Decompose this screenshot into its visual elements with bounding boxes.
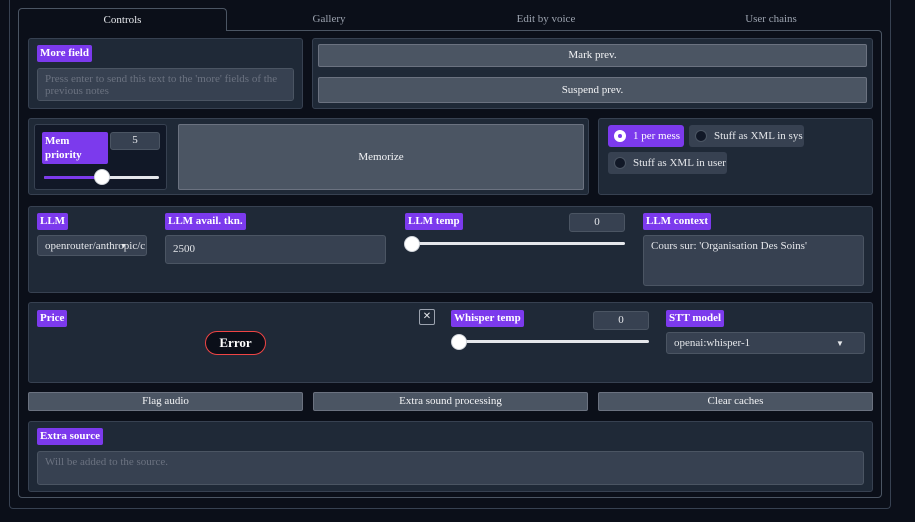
more-field-label: More field xyxy=(37,45,92,62)
tab-gallery[interactable]: Gallery xyxy=(233,8,425,31)
radio-empty-icon xyxy=(695,130,707,142)
more-field-input[interactable] xyxy=(37,68,294,101)
mark-prev-button[interactable]: Mark prev. xyxy=(318,44,867,67)
mem-priority-label: Mem priority xyxy=(42,132,108,164)
tab-user-chains[interactable]: User chains xyxy=(675,8,867,31)
extra-source-input[interactable] xyxy=(37,451,864,485)
radio-empty-icon xyxy=(614,157,626,169)
flag-audio-button[interactable]: Flag audio xyxy=(28,392,303,411)
mem-priority-value[interactable]: 5 xyxy=(110,132,160,150)
more-field-block: More field xyxy=(28,38,303,109)
llm-temp-thumb[interactable] xyxy=(404,236,420,252)
extra-sound-processing-button[interactable]: Extra sound processing xyxy=(313,392,588,411)
radio-stuff-sys[interactable]: Stuff as XML in sys xyxy=(689,125,804,147)
llm-label: LLM xyxy=(37,213,69,230)
radio-stuff-user[interactable]: Stuff as XML in user xyxy=(608,152,727,174)
whisper-temp-thumb[interactable] xyxy=(451,334,467,350)
radio-1-per-mess[interactable]: 1 per mess xyxy=(608,125,684,147)
price-error-badge: Error xyxy=(205,331,266,355)
llm-avail-input[interactable]: 2500 xyxy=(165,235,386,264)
radio-selected-icon xyxy=(614,130,626,142)
memorize-button[interactable]: Memorize xyxy=(178,124,584,190)
llm-context-label: LLM context xyxy=(643,213,712,230)
message-mode-group: 1 per mess Stuff as XML in sys Stuff as … xyxy=(598,118,873,195)
mem-priority-fill xyxy=(44,176,102,179)
prev-actions-block: Mark prev. Suspend prev. xyxy=(312,38,873,109)
stt-model-label: STT model xyxy=(666,310,725,327)
llm-temp-label: LLM temp xyxy=(405,213,463,230)
llm-avail-label: LLM avail. tkn. xyxy=(165,213,246,230)
audio-block: Price ✕ Error Whisper temp 0 STT model o… xyxy=(28,302,873,383)
llm-context-input[interactable]: Cours sur: 'Organisation Des Soins' xyxy=(643,235,864,286)
whisper-temp-label: Whisper temp xyxy=(451,310,524,327)
memory-block: Mem priority 5 Memorize xyxy=(28,118,589,195)
chevron-down-icon: ▼ xyxy=(120,242,127,250)
tab-edit-by-voice[interactable]: Edit by voice xyxy=(450,8,642,31)
extra-source-block: Extra source xyxy=(28,421,873,492)
llm-block: LLM openrouter/anthropic/c ▼ LLM avail. … xyxy=(28,206,873,293)
tab-bar: Controls Gallery Edit by voice User chai… xyxy=(18,8,882,31)
llm-temp-track[interactable] xyxy=(412,242,625,245)
chevron-down-icon: ▼ xyxy=(836,339,844,348)
whisper-temp-value[interactable]: 0 xyxy=(593,311,649,330)
llm-dropdown[interactable]: openrouter/anthropic/c xyxy=(37,235,147,256)
llm-temp-value[interactable]: 0 xyxy=(569,213,625,232)
mem-priority-group: Mem priority 5 xyxy=(34,124,167,190)
mem-priority-thumb[interactable] xyxy=(93,169,110,185)
close-icon[interactable]: ✕ xyxy=(419,309,435,325)
suspend-prev-button[interactable]: Suspend prev. xyxy=(318,77,867,103)
whisper-temp-track[interactable] xyxy=(459,340,649,343)
price-label: Price xyxy=(37,310,68,327)
extra-source-label: Extra source xyxy=(37,428,103,445)
tab-controls[interactable]: Controls xyxy=(18,8,227,31)
clear-caches-button[interactable]: Clear caches xyxy=(598,392,873,411)
